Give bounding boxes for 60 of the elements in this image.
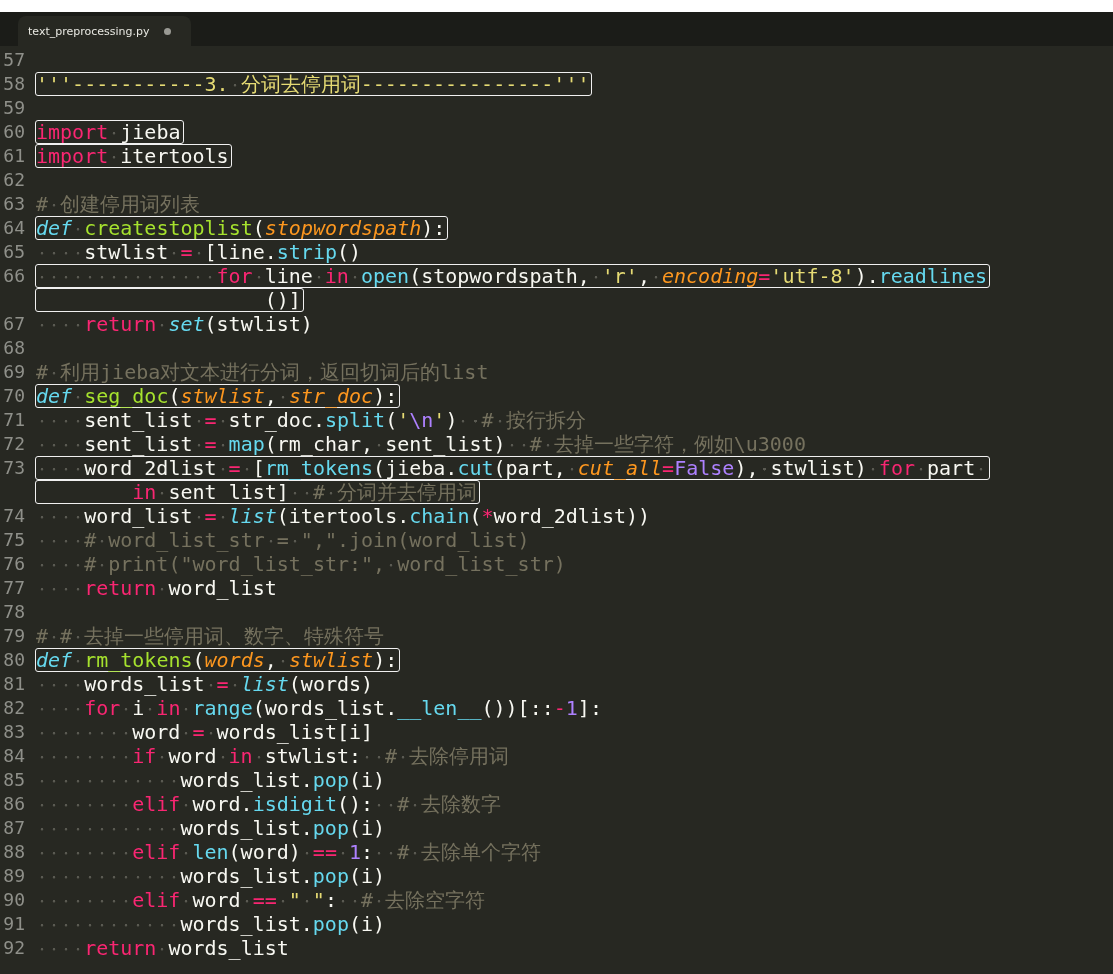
line-number: 86 (2, 792, 26, 816)
line-number: 71 (2, 408, 26, 432)
code-line: # word_list_str = ",".join(word_list) (35, 528, 533, 552)
code-line: words_list.pop(i) (35, 768, 389, 792)
code-line: stwlist = [line.strip() (35, 240, 365, 264)
line-number: 85 (2, 768, 26, 792)
code-line: elif word.isdigit(): # 去除数字 (35, 792, 505, 816)
code-line: words_list.pop(i) (35, 864, 389, 888)
code-line: elif word == " ": # 去除空字符 (35, 888, 489, 912)
code-line: word = words_list[i] (35, 720, 377, 744)
code-line: # 利用jieba对文本进行分词，返回切词后的list (35, 360, 490, 384)
line-number: 90 (2, 888, 26, 912)
file-tab[interactable]: text_preprocessing.py (18, 16, 191, 46)
line-number: 84 (2, 744, 26, 768)
code-line: sent_list = map(rm_char, sent_list) # 去掉一些字符，例如\u3000 (35, 432, 809, 456)
line-number: 61 (2, 144, 26, 168)
code-line: for i in range(words_list.__len__())[::-1]: (35, 696, 605, 720)
line-number: 74 (2, 504, 26, 528)
code-line: # # 去掉一些停用词、数字、特殊符号 (35, 624, 386, 648)
line-number: 88 (2, 840, 26, 864)
line-number: 72 (2, 432, 26, 456)
line-number: 66 (2, 264, 26, 288)
line-number: 57 (2, 48, 26, 72)
line-number: 77 (2, 576, 26, 600)
code-line: sent_list = str_doc.split('\n') # 按行拆分 (35, 408, 589, 432)
line-number: 75 (2, 528, 26, 552)
line-number: 83 (2, 720, 26, 744)
line-number: 73 (2, 456, 26, 480)
line-number: 76 (2, 552, 26, 576)
code-line: if word in stwlist: # 去除停用词 (35, 744, 513, 768)
line-number: 62 (2, 168, 26, 192)
line-number: 67 (2, 312, 26, 336)
line-number: 78 (2, 600, 26, 624)
code-line: # 创建停用词列表 (35, 192, 202, 216)
code-line: words_list.pop(i) (35, 816, 389, 840)
code-line: return words_list (35, 936, 292, 960)
line-number: 79 (2, 624, 26, 648)
line-number: 92 (2, 936, 26, 960)
code-line: words_list = list(words) (35, 672, 377, 696)
line-number: 65 (2, 240, 26, 264)
code-line: elif len(word) == 1: # 去除单个字符 (35, 840, 545, 864)
line-number: 80 (2, 648, 26, 672)
line-number: 82 (2, 696, 26, 720)
code-line: # print("word_list_str:", word_list_str) (35, 552, 569, 576)
line-number: 81 (2, 672, 26, 696)
line-number: 60 (2, 120, 26, 144)
line-number: 69 (2, 360, 26, 384)
code-line: words_list.pop(i) (35, 912, 389, 936)
code-line: return set(stwlist) (35, 312, 316, 336)
line-number: 70 (2, 384, 26, 408)
code-line: word_list = list(itertools.chain(*word_2dlist)) (35, 504, 654, 528)
line-number: 89 (2, 864, 26, 888)
line-number: 63 (2, 192, 26, 216)
line-number: 64 (2, 216, 26, 240)
line-number: 59 (2, 96, 26, 120)
line-number: 68 (2, 336, 26, 360)
line-number: 91 (2, 912, 26, 936)
line-number: 87 (2, 816, 26, 840)
line-number: 58 (2, 72, 26, 96)
code-line: return word_list (35, 576, 280, 600)
